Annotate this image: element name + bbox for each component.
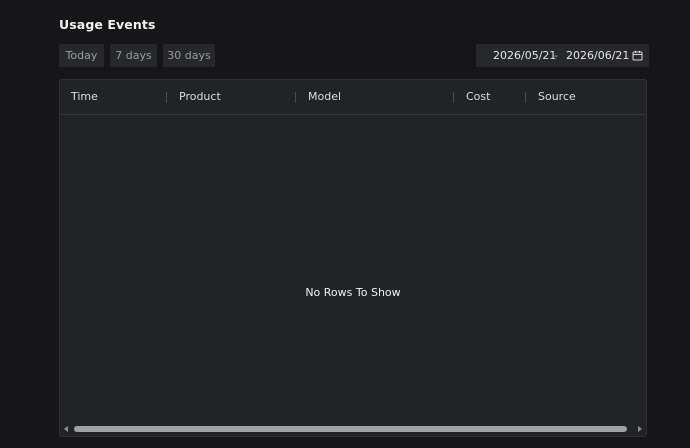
usage-events-page: Usage Events Today 7 days 30 days 2026/0… — [0, 0, 690, 448]
end-date-input[interactable]: 2026/06/21 — [566, 44, 629, 67]
table-header: Time Product Model Cost Source — [60, 80, 646, 115]
column-header-cost[interactable]: Cost — [466, 80, 490, 114]
column-resize-handle[interactable] — [453, 92, 454, 103]
page-title: Usage Events — [59, 17, 156, 32]
today-button[interactable]: Today — [59, 44, 104, 67]
start-date-input[interactable]: 2026/05/21 — [493, 44, 556, 67]
column-resize-handle[interactable] — [166, 92, 167, 103]
column-header-product[interactable]: Product — [179, 80, 221, 114]
column-header-source[interactable]: Source — [538, 80, 576, 114]
thirty-days-button[interactable]: 30 days — [163, 44, 215, 67]
scrollbar-thumb[interactable] — [74, 426, 627, 432]
calendar-icon[interactable] — [632, 50, 643, 61]
empty-state-message: No Rows To Show — [305, 286, 401, 299]
scroll-left-arrow-icon[interactable] — [64, 426, 68, 432]
date-separator: - — [554, 49, 558, 62]
date-range-picker[interactable]: 2026/05/21 - 2026/06/21 — [476, 44, 649, 67]
column-resize-handle[interactable] — [525, 92, 526, 103]
column-resize-handle[interactable] — [295, 92, 296, 103]
column-header-time[interactable]: Time — [71, 80, 98, 114]
column-header-model[interactable]: Model — [308, 80, 341, 114]
horizontal-scrollbar[interactable] — [60, 423, 646, 436]
scroll-right-arrow-icon[interactable] — [638, 426, 642, 432]
seven-days-button[interactable]: 7 days — [110, 44, 157, 67]
usage-events-table: Time Product Model Cost Source No Rows T… — [59, 79, 647, 437]
